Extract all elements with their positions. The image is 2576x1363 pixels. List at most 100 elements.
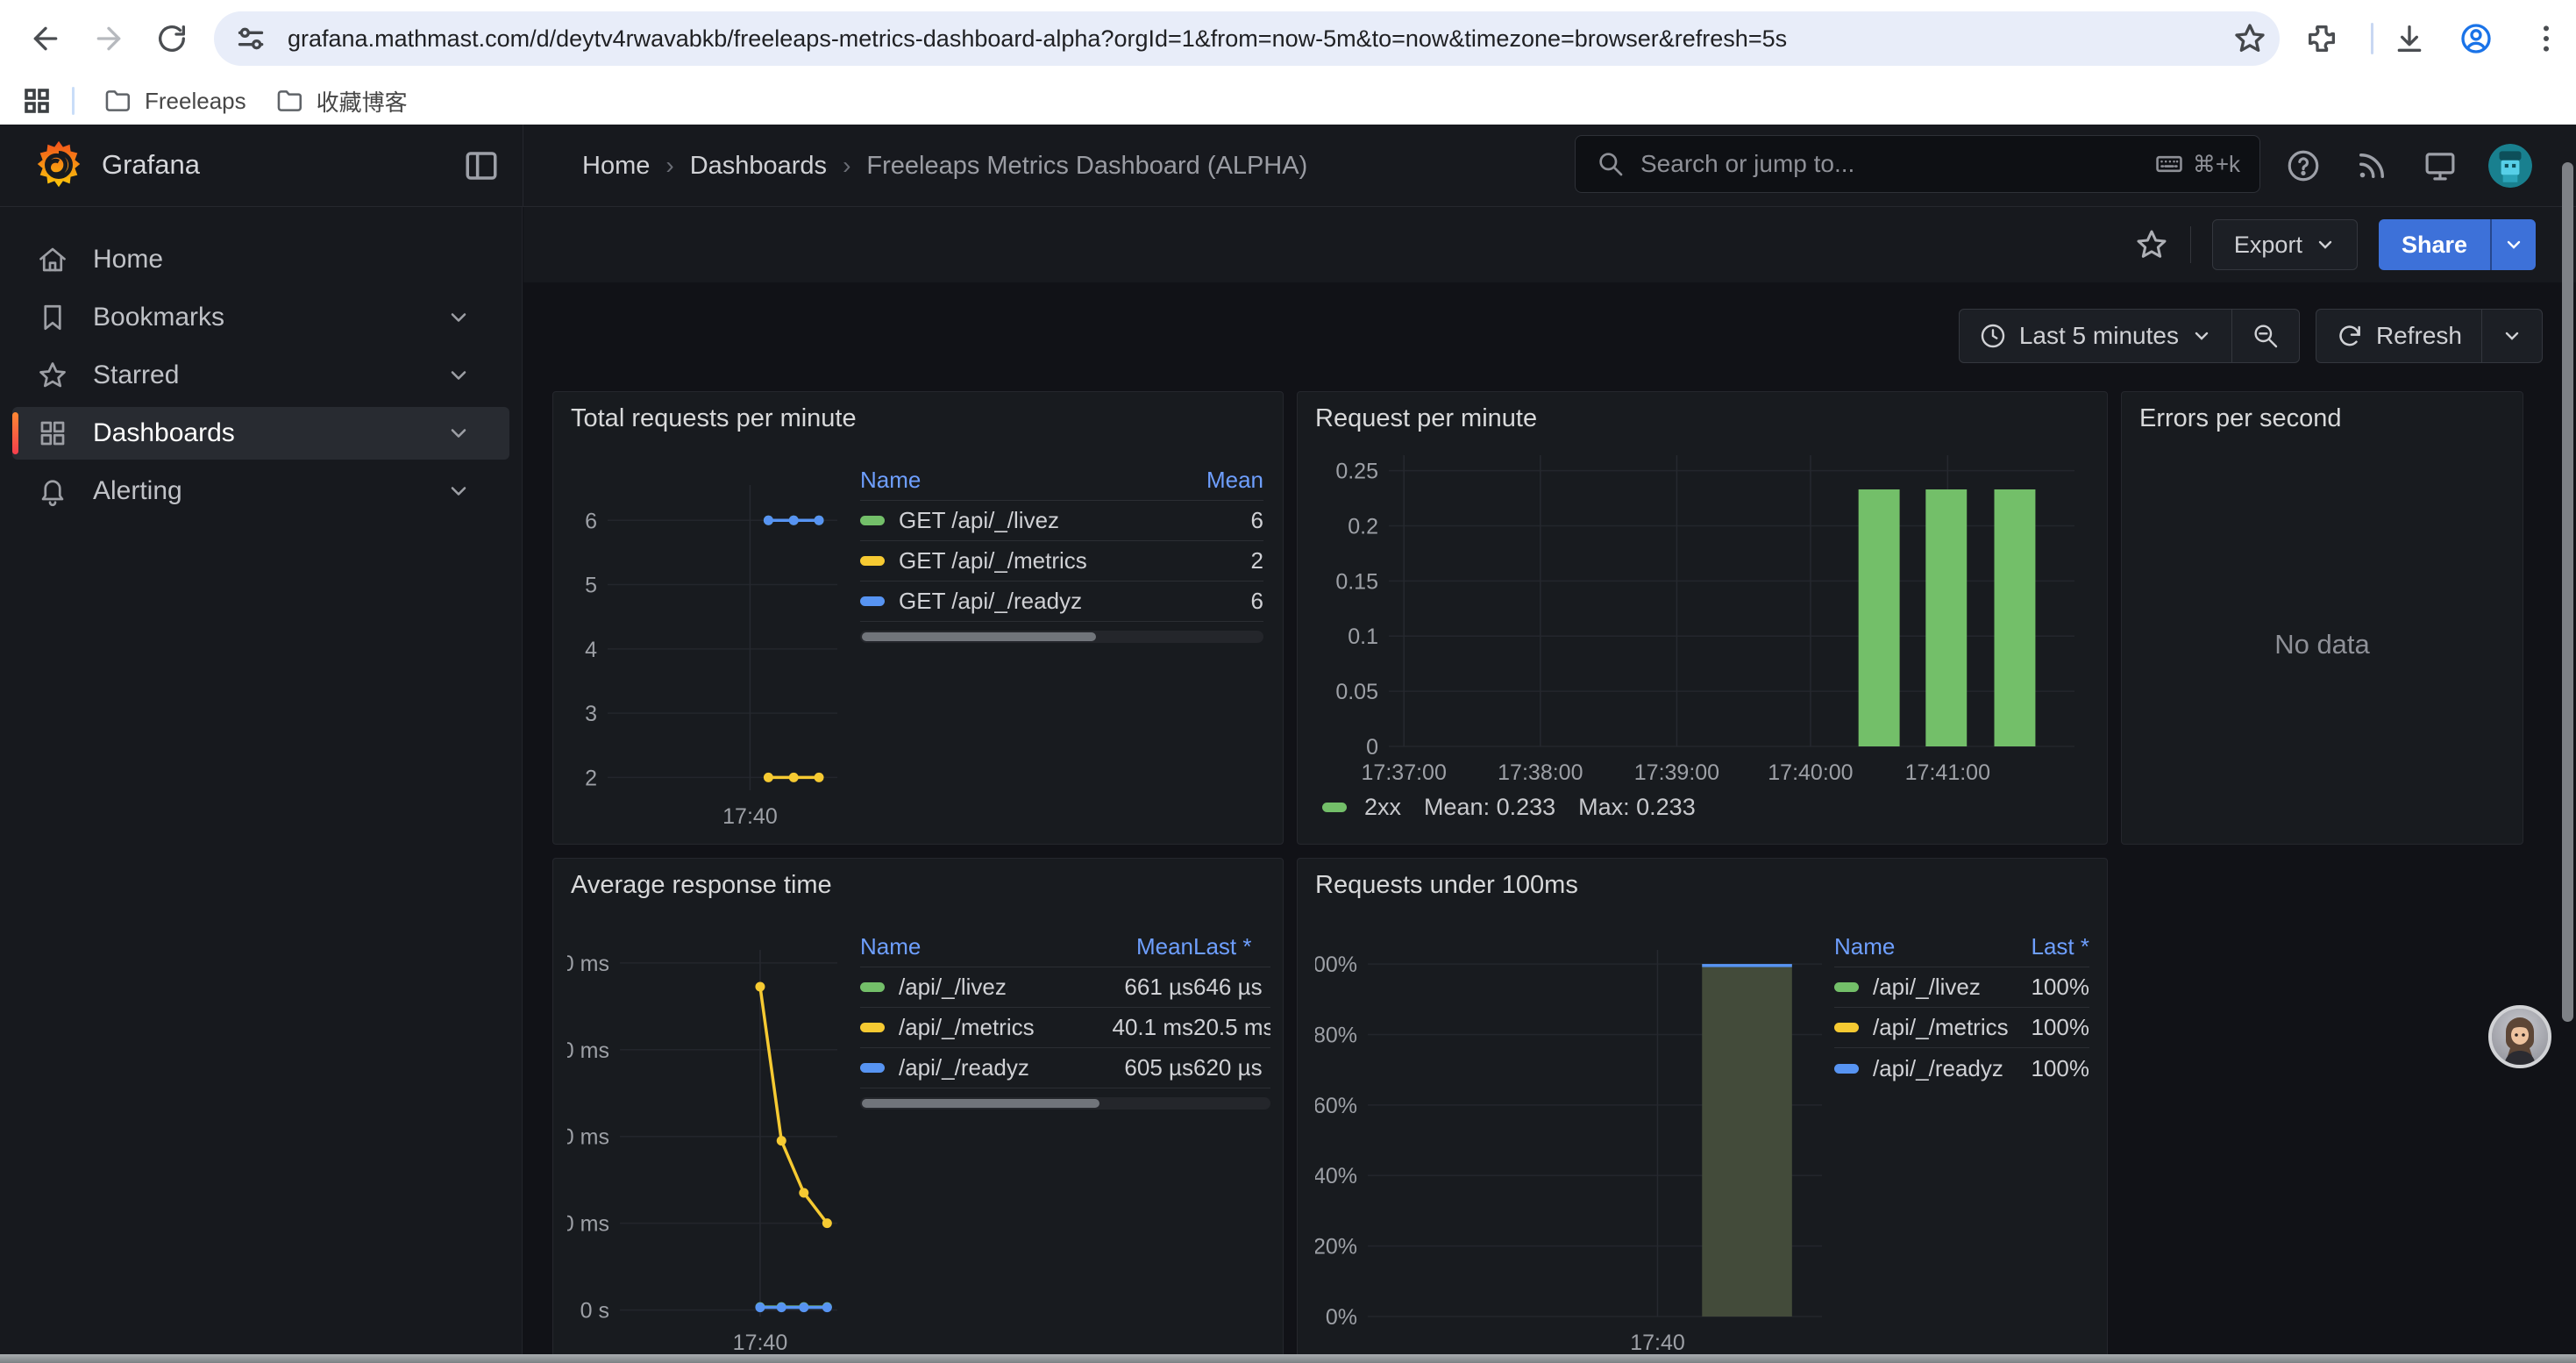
legend-row[interactable]: /api/_/readyz605 µs620 µs <box>860 1048 1270 1088</box>
help-icon[interactable] <box>2285 147 2322 184</box>
sidebar-item-alerting[interactable]: Alerting <box>12 465 509 517</box>
series-name[interactable]: /api/_/livez <box>1873 974 1981 1001</box>
legend-value: 100% <box>1993 1055 2089 1082</box>
share-menu-caret[interactable] <box>2490 219 2536 270</box>
series-name[interactable]: GET /api/_/readyz <box>899 588 1082 615</box>
legend-scrollbar[interactable] <box>860 631 1263 643</box>
sidebar-item-dashboards[interactable]: Dashboards <box>12 407 509 460</box>
panel-title[interactable]: Total requests per minute <box>571 404 857 433</box>
series-name[interactable]: /api/_/readyz <box>899 1054 1029 1081</box>
svg-text:60 ms: 60 ms <box>567 1038 609 1063</box>
panel-title[interactable]: Average response time <box>571 871 832 900</box>
legend-column-header[interactable]: Name <box>860 467 1167 494</box>
legend-row[interactable]: /api/_/livez100% <box>1834 967 2089 1008</box>
series-color-pill <box>860 556 885 566</box>
legend-column-header[interactable]: Mean <box>1167 467 1263 494</box>
legend-value: 20.5 ms <box>1193 1014 1270 1041</box>
forward-icon[interactable] <box>86 16 132 61</box>
sidebar-item-home[interactable]: Home <box>12 233 509 286</box>
sidebar-toggle-icon[interactable] <box>463 147 500 184</box>
bookmark-folder[interactable]: Freeleaps <box>103 85 246 118</box>
svg-text:4: 4 <box>585 638 597 662</box>
sidebar: HomeBookmarks Starred DashboardsAlerting <box>0 207 523 1354</box>
search-input[interactable]: Search or jump to... ⌘+k <box>1575 135 2260 193</box>
sidebar-item-label: Starred <box>93 360 179 390</box>
svg-text:17:37:00: 17:37:00 <box>1362 760 1447 785</box>
panel-title[interactable]: Errors per second <box>2139 404 2342 433</box>
bookmark-label: Freeleaps <box>145 88 246 115</box>
share-button[interactable]: Share <box>2379 219 2536 270</box>
legend-row[interactable]: GET /api/_/metrics2 <box>860 541 1263 582</box>
back-icon[interactable] <box>23 16 68 61</box>
series-name[interactable]: /api/_/readyz <box>1873 1055 2003 1082</box>
news-rss-icon[interactable] <box>2353 147 2390 184</box>
reload-icon[interactable] <box>149 16 195 61</box>
svg-text:80 ms: 80 ms <box>567 952 609 976</box>
breadcrumb-item[interactable]: Home <box>582 152 650 181</box>
sidebar-item-starred[interactable]: Starred <box>12 349 509 402</box>
search-icon <box>1597 150 1625 178</box>
time-range-picker[interactable]: Last 5 minutes <box>1960 310 2231 362</box>
apps-grid-icon[interactable] <box>21 85 53 117</box>
extensions-icon[interactable] <box>2299 16 2345 61</box>
panel-title[interactable]: Requests under 100ms <box>1315 871 1578 900</box>
url-text[interactable]: grafana.mathmast.com/d/deytv4rwavabkb/fr… <box>288 25 1787 53</box>
user-avatar[interactable] <box>2488 144 2532 188</box>
chart-average-response-time[interactable]: 80 ms60 ms40 ms20 ms0 s17:40 <box>567 943 844 1354</box>
series-name[interactable]: /api/_/livez <box>899 974 1007 1001</box>
svg-text:80%: 80% <box>1315 1023 1357 1047</box>
svg-text:0.05: 0.05 <box>1335 680 1378 704</box>
series-name[interactable]: GET /api/_/livez <box>899 507 1059 534</box>
series-name[interactable]: /api/_/metrics <box>1873 1014 2009 1041</box>
menu-dots-icon[interactable] <box>2523 16 2569 61</box>
page-scrollbar[interactable] <box>2562 162 2573 1022</box>
bookmarks-list: Freeleaps 收藏博客 <box>75 85 408 118</box>
url-bar[interactable]: grafana.mathmast.com/d/deytv4rwavabkb/fr… <box>214 11 2280 66</box>
chart-total-requests[interactable]: 6543217:40 <box>567 476 844 833</box>
legend-column-header[interactable]: Last * <box>1993 933 2089 960</box>
legend-column-header[interactable]: Mean <box>1062 933 1193 960</box>
downloads-icon[interactable] <box>2387 16 2432 61</box>
svg-text:3: 3 <box>585 702 597 726</box>
legend-table: NameMeanGET /api/_/livez6GET /api/_/metr… <box>860 460 1263 643</box>
legend-stat: Max: 0.233 <box>1578 794 1696 821</box>
panel-title[interactable]: Request per minute <box>1315 404 1537 433</box>
refresh-icon <box>2336 322 2364 350</box>
chart-request-per-minute[interactable]: 00.050.10.150.20.2517:37:0017:38:0017:39… <box>1315 448 2087 802</box>
series-color-pill <box>1834 982 1859 992</box>
chevron-down-icon <box>2191 325 2212 346</box>
breadcrumb-item[interactable]: Dashboards <box>690 152 827 181</box>
legend-row[interactable]: /api/_/readyz100% <box>1834 1048 2089 1088</box>
refresh-interval-caret[interactable] <box>2482 310 2542 362</box>
legend-row[interactable]: /api/_/metrics100% <box>1834 1008 2089 1048</box>
assistant-avatar[interactable] <box>2488 1005 2551 1068</box>
legend-row[interactable]: GET /api/_/livez6 <box>860 501 1263 541</box>
legend-column-header[interactable]: Last * <box>1193 933 1270 960</box>
zoom-out-button[interactable] <box>2232 310 2299 362</box>
bookmark-star-icon[interactable] <box>2232 21 2267 56</box>
legend-line[interactable]: 2xxMean: 0.233Max: 0.233 <box>1322 794 1696 821</box>
chart-requests-under-100ms[interactable]: 0%20%40%60%80%100%17:40 <box>1315 943 1829 1354</box>
legend-row[interactable]: /api/_/metrics40.1 ms20.5 ms <box>860 1008 1270 1048</box>
grafana-brand[interactable]: Grafana <box>102 149 200 181</box>
site-settings-icon[interactable] <box>233 21 268 56</box>
breadcrumb-separator: › <box>843 152 850 180</box>
refresh-button[interactable]: Refresh <box>2316 310 2481 362</box>
legend-row[interactable]: GET /api/_/readyz6 <box>860 582 1263 622</box>
bookmark-folder[interactable]: 收藏博客 <box>274 85 408 118</box>
monitor-icon[interactable] <box>2422 147 2459 184</box>
legend-row[interactable]: /api/_/livez661 µs646 µs <box>860 967 1270 1008</box>
svg-text:17:40: 17:40 <box>733 1331 788 1354</box>
legend-column-header[interactable]: Name <box>860 933 1062 960</box>
series-name[interactable]: GET /api/_/metrics <box>899 547 1087 574</box>
series-name[interactable]: 2xx <box>1364 794 1401 821</box>
legend-column-header[interactable]: Name <box>1834 933 1993 960</box>
export-button[interactable]: Export <box>2212 219 2358 270</box>
svg-text:60%: 60% <box>1315 1094 1357 1118</box>
sidebar-item-bookmarks[interactable]: Bookmarks <box>12 291 509 344</box>
favorite-dashboard-icon[interactable] <box>2134 227 2169 262</box>
series-name[interactable]: /api/_/metrics <box>899 1014 1035 1041</box>
legend-scrollbar[interactable] <box>860 1097 1270 1110</box>
profile-icon[interactable] <box>2453 16 2499 61</box>
grafana-logo[interactable] <box>32 137 86 193</box>
